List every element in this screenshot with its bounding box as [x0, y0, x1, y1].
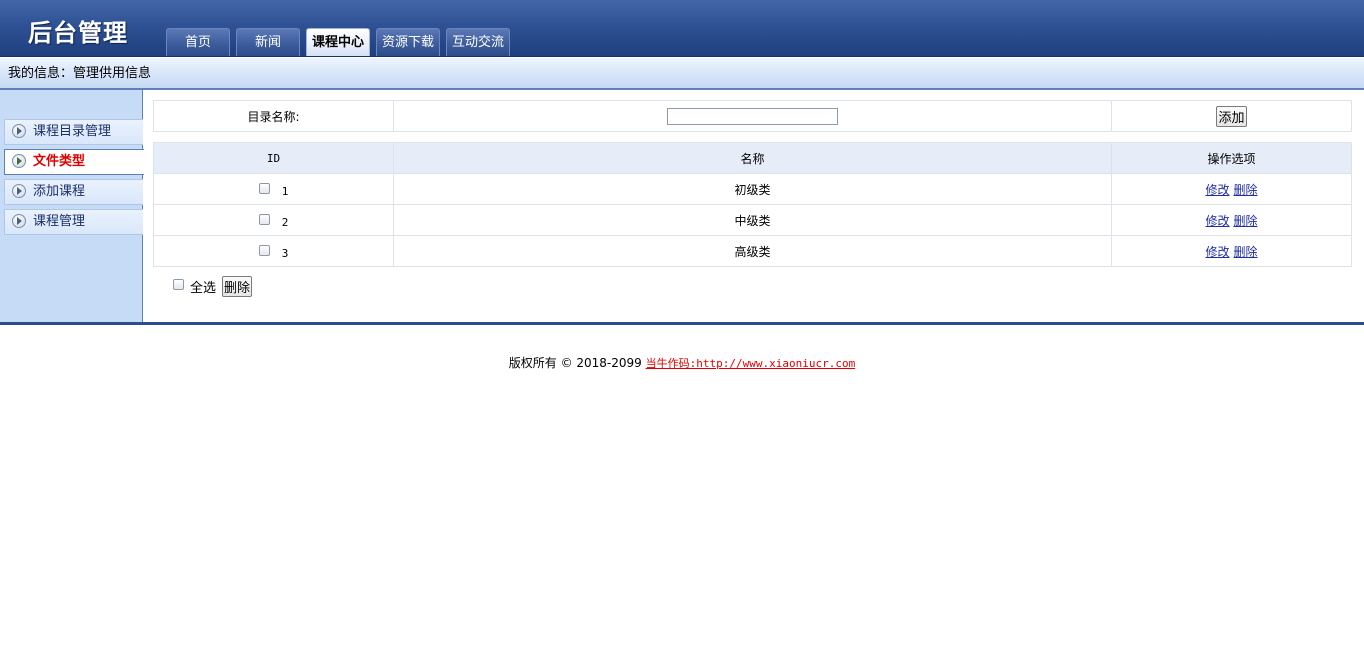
- sidebar-item-file-type[interactable]: 文件类型: [4, 149, 144, 175]
- table-row: 2 中级类 修改 删除: [153, 204, 1352, 236]
- select-all-checkbox[interactable]: [173, 279, 184, 290]
- main-area: 课程目录管理 文件类型 添加课程 课程管理 目录名称: 添加 ID 名称 操作选…: [0, 90, 1364, 325]
- file-type-table: ID 名称 操作选项 1 初级类 修改 删除 2 中级类 修改 删除 3 高级类 修…: [153, 142, 1352, 267]
- sidebar-item-label: 课程管理: [33, 214, 86, 229]
- bulk-delete-button[interactable]: 删除: [222, 276, 253, 297]
- add-button[interactable]: 添加: [1216, 105, 1247, 127]
- catalog-name-input[interactable]: [667, 107, 838, 125]
- nav-tab-interaction[interactable]: 互动交流: [446, 28, 510, 56]
- edit-link[interactable]: 修改: [1205, 214, 1229, 228]
- header: 后台管理 首页 新闻 课程中心 资源下载 互动交流: [0, 0, 1364, 57]
- delete-link[interactable]: 删除: [1234, 245, 1258, 259]
- catalog-name-label: 目录名称:: [153, 100, 394, 132]
- delete-link[interactable]: 删除: [1234, 183, 1258, 197]
- sidebar: 课程目录管理 文件类型 添加课程 课程管理: [0, 90, 144, 322]
- arrow-circle-icon: [12, 184, 26, 198]
- row-id: 2: [281, 215, 289, 229]
- arrow-circle-icon: [12, 154, 26, 168]
- row-checkbox[interactable]: [258, 213, 270, 225]
- bulk-actions: 全选 删除: [173, 276, 253, 297]
- table-header-row: ID 名称 操作选项: [153, 142, 1352, 174]
- row-name: 高级类: [393, 235, 1112, 267]
- column-header-actions: 操作选项: [1111, 142, 1352, 174]
- sidebar-item-label: 添加课程: [33, 184, 86, 199]
- row-name: 中级类: [393, 204, 1112, 236]
- info-bar: 我的信息：管理供用信息: [0, 57, 1364, 90]
- arrow-circle-icon: [12, 124, 26, 138]
- row-id: 1: [281, 184, 289, 198]
- row-name: 初级类: [393, 173, 1112, 205]
- column-header-id: ID: [153, 142, 394, 174]
- nav-tab-home[interactable]: 首页: [166, 28, 230, 56]
- table-row: 1 初级类 修改 删除: [153, 173, 1352, 205]
- table-row: 3 高级类 修改 删除: [153, 235, 1352, 267]
- column-header-name: 名称: [393, 142, 1112, 174]
- edit-link[interactable]: 修改: [1205, 245, 1229, 259]
- arrow-circle-icon: [12, 214, 26, 228]
- add-form: 目录名称: 添加: [153, 100, 1352, 132]
- edit-link[interactable]: 修改: [1205, 183, 1229, 197]
- site-title: 后台管理: [28, 18, 128, 47]
- copyright-text: 版权所有 © 2018-2099: [508, 356, 642, 370]
- sidebar-item-label: 课程目录管理: [33, 124, 112, 139]
- nav-tab-news[interactable]: 新闻: [236, 28, 300, 56]
- nav-tab-course-center[interactable]: 课程中心: [306, 28, 370, 56]
- row-id: 3: [281, 246, 289, 260]
- sidebar-item-course-management[interactable]: 课程管理: [4, 209, 143, 235]
- row-checkbox[interactable]: [258, 244, 270, 256]
- delete-link[interactable]: 删除: [1234, 214, 1258, 228]
- footer-link[interactable]: 当牛作码:http://www.xiaoniucr.com: [646, 357, 856, 370]
- sidebar-item-course-catalog[interactable]: 课程目录管理: [4, 119, 143, 145]
- select-all-label: 全选: [190, 281, 217, 296]
- row-checkbox[interactable]: [258, 182, 270, 194]
- content-panel: 目录名称: 添加 ID 名称 操作选项 1 初级类 修改 删除 2 中级类 修改删…: [153, 100, 1352, 297]
- nav-tab-resource-download[interactable]: 资源下载: [376, 28, 440, 56]
- sidebar-item-label: 文件类型: [33, 154, 86, 169]
- sidebar-item-add-course[interactable]: 添加课程: [4, 179, 143, 205]
- footer: 版权所有 © 2018-2099 当牛作码:http://www.xiaoniu…: [0, 354, 1364, 371]
